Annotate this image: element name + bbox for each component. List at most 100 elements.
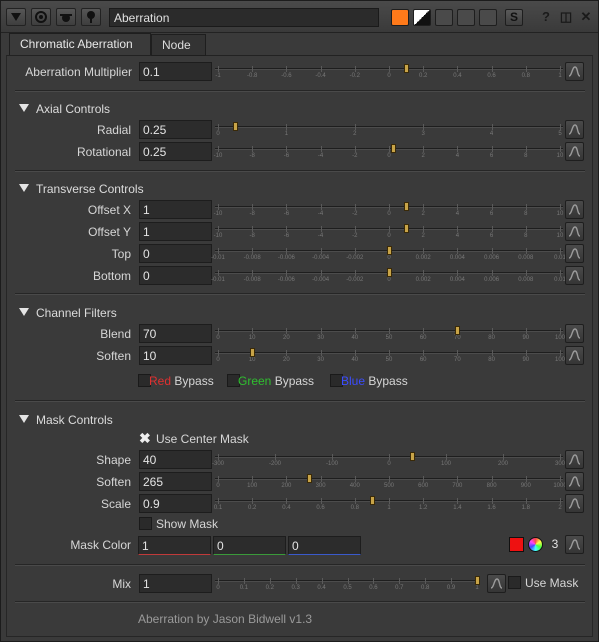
- float-window-icon[interactable]: ◫: [558, 8, 574, 26]
- show-mask-checkbox[interactable]: [139, 517, 152, 530]
- offset-y-slider[interactable]: -10 -8 -6 -4 -2 0 2 4 6 8 10: [214, 222, 563, 241]
- blend-slider[interactable]: 0 10 20 30 40 50 60 70 80 90 100: [215, 324, 565, 343]
- redo-icon[interactable]: [457, 9, 475, 26]
- offset-x-slider[interactable]: -10 -8 -6 -4 -2 0 2 4 6 8 10: [214, 200, 564, 219]
- slider-handle[interactable]: [369, 496, 375, 505]
- color-swatch-icon[interactable]: [391, 9, 409, 26]
- slider-handle[interactable]: [233, 122, 239, 131]
- offset-x-input[interactable]: 1: [139, 200, 212, 219]
- animation-curve-icon[interactable]: [565, 244, 584, 263]
- animation-curve-icon[interactable]: [565, 324, 584, 343]
- viewer-icon[interactable]: [31, 8, 51, 26]
- color-wheel-icon[interactable]: [528, 537, 543, 552]
- mask-soften-input[interactable]: 265: [139, 472, 212, 491]
- shape-input[interactable]: 40: [139, 450, 212, 469]
- offset-y-input[interactable]: 1: [139, 222, 212, 241]
- node-name-field[interactable]: Aberration: [109, 8, 379, 27]
- bug-icon[interactable]: [56, 8, 76, 26]
- slider-tick: [389, 328, 390, 334]
- slider-tick: [451, 578, 453, 584]
- slider-handle[interactable]: [391, 144, 397, 153]
- slider-handle[interactable]: [404, 224, 410, 233]
- slider-tick: [491, 248, 493, 254]
- slider-tick: [560, 124, 561, 130]
- animation-curve-icon[interactable]: [565, 222, 584, 241]
- sticky-icon[interactable]: S: [505, 9, 523, 26]
- animation-curve-icon[interactable]: [565, 142, 584, 161]
- slider-tick: [525, 476, 527, 482]
- aberration-multiplier-input[interactable]: 0.1: [139, 62, 212, 81]
- slider-tick: [389, 454, 390, 460]
- animation-curve-icon[interactable]: [565, 472, 584, 491]
- close-icon[interactable]: ✕: [578, 8, 594, 26]
- bottom-input[interactable]: 0: [139, 266, 212, 285]
- use-mask-checkbox[interactable]: [508, 576, 521, 589]
- slider-tick-label: -8: [249, 211, 255, 217]
- animation-curve-icon[interactable]: [565, 62, 584, 81]
- slider-tick-label: -10: [213, 153, 223, 159]
- slider-tick: [218, 578, 219, 584]
- help-icon[interactable]: ?: [538, 8, 554, 26]
- slider-handle[interactable]: [250, 348, 256, 357]
- slider-tick-label: 70: [454, 335, 461, 341]
- mask-soften-slider[interactable]: 0 100 200 300 400 500 600 700 800 900 1000: [215, 472, 567, 491]
- slider-handle[interactable]: [475, 576, 480, 585]
- slider-handle[interactable]: [387, 268, 392, 277]
- tab-node[interactable]: Node: [151, 34, 206, 56]
- animation-curve-icon[interactable]: [565, 266, 584, 285]
- slider-tick-label: -2: [352, 211, 358, 217]
- blend-input[interactable]: 70: [139, 324, 212, 343]
- slider-tick: [269, 578, 271, 584]
- channel-count[interactable]: 3: [547, 536, 563, 553]
- rotational-input[interactable]: 0.25: [139, 142, 212, 161]
- transverse-controls-header[interactable]: Transverse Controls: [19, 181, 144, 197]
- scale-slider[interactable]: 0.1 0.2 0.4 0.6 0.8 1 1.2 1.4 1.6 1.8 2: [214, 494, 563, 513]
- axial-controls-header[interactable]: Axial Controls: [19, 101, 110, 117]
- mask-color-red-input[interactable]: 1: [138, 536, 211, 555]
- slider-tick: [218, 454, 219, 460]
- animation-curve-icon[interactable]: [565, 494, 584, 513]
- animation-curve-icon[interactable]: [487, 574, 506, 593]
- slider-handle[interactable]: [404, 202, 410, 211]
- radial-slider[interactable]: 0 1 2 3 4 5: [215, 120, 563, 139]
- slider-handle[interactable]: [455, 326, 461, 335]
- animation-curve-icon[interactable]: [565, 120, 584, 139]
- undo-icon[interactable]: [435, 9, 453, 26]
- wrench-icon[interactable]: [81, 8, 101, 26]
- contrast-icon[interactable]: [413, 9, 431, 26]
- mask-color-green-input[interactable]: 0: [213, 536, 286, 555]
- radial-input[interactable]: 0.25: [139, 120, 212, 139]
- collapse-arrow-icon[interactable]: [6, 8, 26, 26]
- slider-tick-label: 10: [556, 211, 564, 217]
- slider-handle[interactable]: [404, 64, 410, 73]
- top-input[interactable]: 0: [139, 244, 212, 263]
- animation-curve-icon[interactable]: [565, 346, 584, 365]
- aberration-multiplier-slider[interactable]: -1 -0.8 -0.6 -0.4 -0.2 0 0.2 0.4 0.6 0.8 1: [215, 62, 563, 81]
- soften-input[interactable]: 10: [139, 346, 212, 365]
- bottom-slider[interactable]: -0.01 -0.008 -0.006 -0.004 -0.002 0 0.002 0.004…: [211, 266, 566, 285]
- scale-input[interactable]: 0.9: [139, 494, 212, 513]
- slider-handle[interactable]: [409, 452, 415, 461]
- soften-slider[interactable]: 0 10 20 30 40 50 60 70 80 90 100: [215, 346, 565, 365]
- slider-handle[interactable]: [387, 246, 392, 255]
- checked-x-icon[interactable]: ✖: [139, 431, 151, 445]
- rotational-slider[interactable]: -10 -8 -6 -4 -2 0 2 4 6 8 10: [213, 142, 563, 161]
- slider-handle[interactable]: [306, 474, 312, 483]
- slider-tick-label: -0.002: [346, 277, 364, 283]
- slider-tick: [218, 204, 219, 210]
- mix-input[interactable]: 1: [139, 574, 212, 593]
- mask-controls-header[interactable]: Mask Controls: [19, 412, 113, 428]
- top-slider[interactable]: -0.01 -0.008 -0.006 -0.004 -0.002 0 0.002 0.004…: [211, 244, 566, 263]
- mask-color-blue-input[interactable]: 0: [288, 536, 361, 555]
- animation-curve-icon[interactable]: [565, 535, 584, 554]
- slider-tick: [218, 124, 219, 130]
- slider-tick: [491, 350, 493, 356]
- shape-slider[interactable]: -300 -200 -100 0 100 200 300: [212, 450, 565, 469]
- animation-curve-icon[interactable]: [565, 200, 584, 219]
- animation-curve-icon[interactable]: [565, 450, 584, 469]
- revert-icon[interactable]: [479, 9, 497, 26]
- tab-chromatic-aberration[interactable]: Chromatic Aberration: [9, 33, 151, 55]
- channel-filters-header[interactable]: Channel Filters: [19, 305, 117, 321]
- mix-slider[interactable]: 0 0.1 0.2 0.3 0.4 0.5 0.6 0.7 0.8 0.9 1: [215, 574, 480, 593]
- color-swatch-icon[interactable]: [509, 537, 524, 552]
